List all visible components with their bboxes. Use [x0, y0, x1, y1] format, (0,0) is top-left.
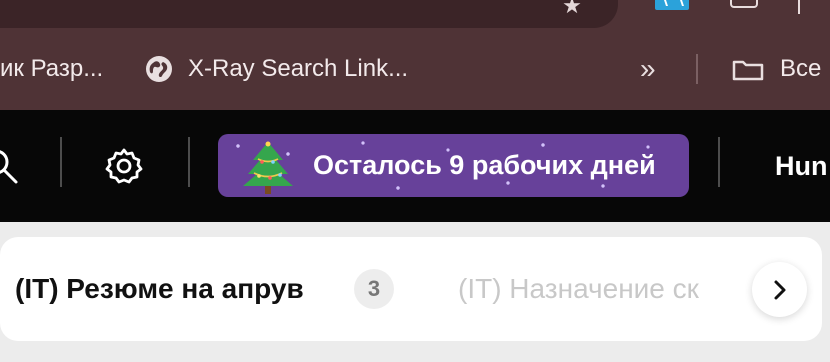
header-divider	[60, 137, 62, 187]
gear-icon[interactable]	[104, 146, 144, 186]
tabs-fade	[700, 237, 760, 341]
user-name[interactable]: Hun	[775, 110, 827, 222]
bookmarks-bar: ик Разр... X-Ray Search Link... » Все	[0, 48, 830, 90]
banner-text: Осталось 9 рабочих дней	[313, 150, 656, 180]
scroll-right-button[interactable]	[752, 262, 807, 317]
bookmark-xray[interactable]: X-Ray Search Link...	[188, 48, 408, 90]
tabs-card: (IT) Резюме на апрув 3 (IT) Назначение с…	[0, 237, 822, 341]
browser-chrome: ★ ик Разр... X-Ray Search Link... » Все	[0, 0, 830, 110]
tab-resume-approval[interactable]: (IT) Резюме на апрув	[15, 237, 304, 341]
chevrons-right-icon[interactable]: »	[640, 48, 656, 90]
globe-icon	[146, 56, 172, 82]
christmas-tree-icon	[243, 141, 293, 194]
bookmark-item[interactable]: ик Разр...	[0, 48, 103, 90]
window-icon[interactable]	[730, 0, 758, 8]
count-badge: 3	[354, 269, 394, 309]
star-icon[interactable]: ★	[560, 0, 584, 18]
chevron-right-icon	[774, 280, 786, 300]
tab-assignment[interactable]: (IT) Назначение ск	[458, 237, 699, 341]
bookmark-all[interactable]: Все	[780, 48, 821, 90]
header-divider	[718, 137, 720, 187]
holiday-banner[interactable]: Осталось 9 рабочих дней	[218, 134, 689, 197]
extension-icon[interactable]	[655, 0, 689, 10]
address-bar[interactable]	[0, 0, 618, 28]
menu-icon[interactable]	[798, 0, 800, 14]
bookmarks-divider	[696, 54, 698, 84]
app-header: Осталось 9 рабочих дней Hun	[0, 110, 830, 222]
search-icon[interactable]	[0, 148, 20, 186]
header-divider	[188, 137, 190, 187]
folder-icon	[732, 60, 764, 81]
